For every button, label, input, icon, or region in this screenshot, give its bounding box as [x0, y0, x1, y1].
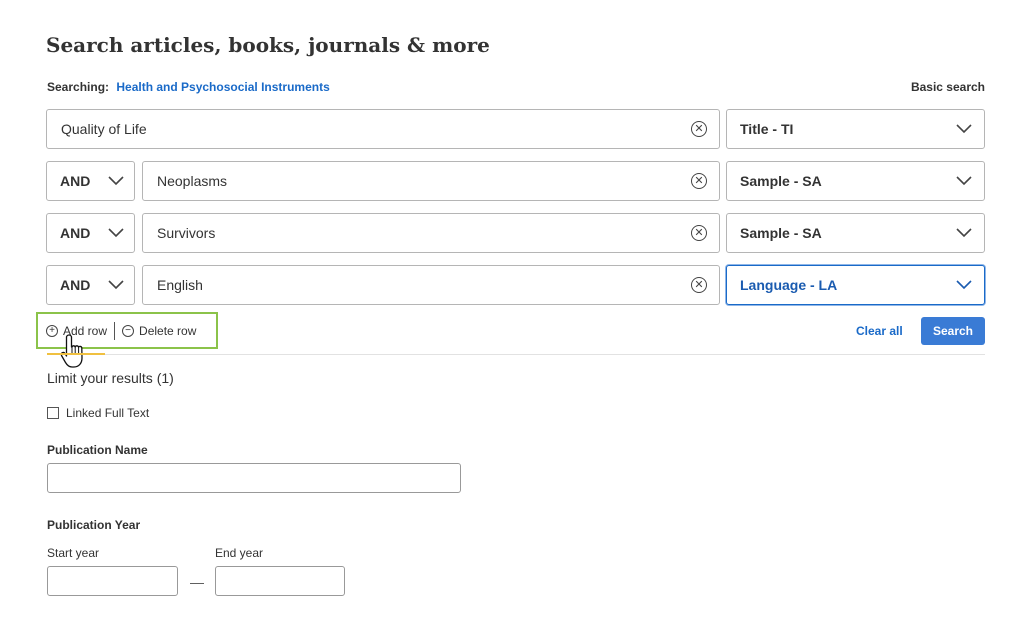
basic-search-link[interactable]: Basic search — [911, 80, 985, 94]
search-term-text: Neoplasms — [157, 173, 228, 189]
boolean-operator-label: AND — [60, 173, 91, 189]
delete-row-label: Delete row — [139, 323, 197, 338]
linked-full-text-checkbox[interactable] — [47, 407, 59, 419]
end-year-input[interactable] — [215, 566, 345, 596]
field-select-label: Language - LA — [740, 277, 838, 293]
clear-all-link[interactable]: Clear all — [856, 324, 903, 338]
search-term-text: Survivors — [157, 225, 216, 241]
boolean-operator-label: AND — [60, 225, 91, 241]
page-title: Search articles, books, journals & more — [46, 33, 490, 57]
field-select-3[interactable]: Sample - SA — [726, 213, 985, 253]
search-term-input-4[interactable]: English ✕ — [142, 265, 720, 305]
linked-full-text-label: Linked Full Text — [66, 406, 150, 420]
publication-year-label: Publication Year — [47, 518, 141, 532]
boolean-select-2[interactable]: AND — [46, 161, 135, 201]
chevron-down-icon — [108, 280, 124, 290]
row-actions-separator — [114, 321, 116, 340]
search-term-text: English — [157, 277, 203, 293]
search-term-input-3[interactable]: Survivors ✕ — [142, 213, 720, 253]
minus-circle-icon: − — [122, 324, 135, 337]
section-divider — [47, 354, 985, 355]
boolean-select-3[interactable]: AND — [46, 213, 135, 253]
field-select-label: Sample - SA — [740, 173, 822, 189]
delete-row-button[interactable]: − Delete row — [122, 324, 196, 338]
clear-circle-x-icon[interactable]: ✕ — [691, 121, 707, 137]
linked-full-text-option[interactable]: Linked Full Text — [47, 406, 149, 420]
chevron-down-icon — [956, 124, 972, 134]
start-year-label: Start year — [47, 546, 100, 560]
clear-circle-x-icon[interactable]: ✕ — [691, 277, 707, 293]
section-divider-accent — [47, 353, 105, 355]
chevron-down-icon — [108, 176, 124, 186]
chevron-down-icon — [956, 176, 972, 186]
field-select-label: Title - TI — [740, 121, 794, 137]
plus-circle-icon: + — [46, 324, 58, 337]
year-range-separator: — — [190, 574, 204, 590]
limit-results-title: Limit your results (1) — [47, 370, 174, 386]
boolean-operator-label: AND — [60, 277, 91, 293]
hand-pointer-icon — [60, 334, 83, 368]
end-year-label: End year — [215, 546, 264, 560]
chevron-down-icon — [956, 280, 972, 290]
search-button[interactable]: Search — [921, 317, 985, 345]
publication-name-input[interactable] — [47, 463, 461, 493]
field-select-4[interactable]: Language - LA — [726, 265, 985, 305]
chevron-down-icon — [956, 228, 972, 238]
boolean-select-4[interactable]: AND — [46, 265, 135, 305]
searching-line: Searching: Health and Psychosocial Instr… — [47, 80, 330, 94]
clear-circle-x-icon[interactable]: ✕ — [691, 225, 707, 241]
start-year-input[interactable] — [47, 566, 178, 596]
searching-label: Searching: — [47, 80, 110, 94]
field-select-1[interactable]: Title - TI — [726, 109, 985, 149]
field-select-2[interactable]: Sample - SA — [726, 161, 985, 201]
search-term-text: Quality of Life — [61, 121, 147, 137]
database-link[interactable]: Health and Psychosocial Instruments — [116, 80, 329, 94]
search-term-input-2[interactable]: Neoplasms ✕ — [142, 161, 720, 201]
field-select-label: Sample - SA — [740, 225, 822, 241]
clear-circle-x-icon[interactable]: ✕ — [691, 173, 707, 189]
chevron-down-icon — [108, 228, 124, 238]
search-term-input-1[interactable]: Quality of Life ✕ — [46, 109, 720, 149]
publication-name-label: Publication Name — [47, 443, 148, 457]
